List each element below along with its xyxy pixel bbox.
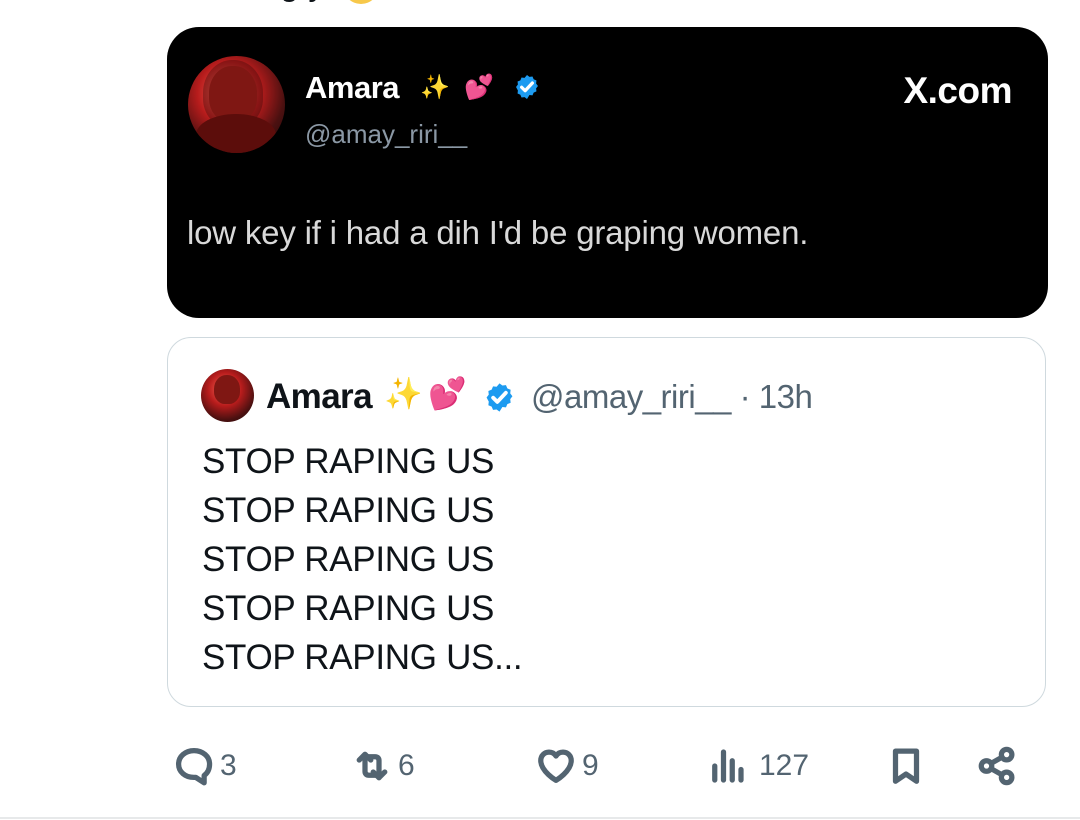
verified-badge-icon bbox=[486, 383, 513, 412]
quoted-tweet-line: STOP RAPING US bbox=[202, 589, 495, 628]
reply-button[interactable]: 3 bbox=[173, 733, 237, 799]
quoted-tweet-meta: @amay_riri__ · 13h bbox=[531, 378, 813, 416]
quoted-author-avatar[interactable] bbox=[201, 369, 254, 422]
quoted-author-name[interactable]: Amara bbox=[266, 377, 373, 417]
embedded-author-name: Amara bbox=[305, 70, 400, 105]
embedded-tweet-image[interactable]: Amara ✨ 💕 @amay_riri__ X.com low key if … bbox=[167, 27, 1048, 318]
quoted-tweet-time[interactable]: 13h bbox=[759, 378, 813, 416]
quoted-tweet-line: STOP RAPING US... bbox=[202, 638, 523, 677]
clipped-previous-text: g y bbox=[280, 0, 580, 4]
bottom-divider bbox=[0, 817, 1080, 819]
view-count: 127 bbox=[759, 749, 810, 782]
quoted-tweet-text: STOP RAPING US STOP RAPING US STOP RAPIN… bbox=[202, 437, 962, 682]
repost-button[interactable]: 6 bbox=[351, 733, 415, 799]
like-count: 9 bbox=[582, 749, 599, 782]
reply-count: 3 bbox=[220, 749, 237, 782]
tweet-actions-bar: 3 6 9 127 bbox=[0, 733, 1080, 803]
meta-separator: · bbox=[739, 378, 751, 415]
embedded-author-handle: @amay_riri__ bbox=[305, 119, 468, 149]
repost-count: 6 bbox=[398, 749, 415, 782]
views-icon bbox=[712, 749, 744, 783]
clipped-emoji bbox=[342, 0, 379, 4]
sparkles-emoji: ✨ bbox=[384, 376, 423, 411]
share-icon bbox=[978, 746, 1015, 786]
two-hearts-emoji: 💕 bbox=[464, 74, 494, 101]
tweet-screenshot-page: g y Amara ✨ 💕 @amay_riri__ X.com low key… bbox=[0, 0, 1080, 820]
quoted-tweet-line: STOP RAPING US bbox=[202, 442, 495, 481]
x-com-watermark: X.com bbox=[903, 70, 1012, 111]
repost-icon bbox=[356, 751, 388, 781]
verified-badge-icon bbox=[516, 74, 538, 100]
embedded-tweet-text: low key if i had a dih I'd be graping wo… bbox=[187, 214, 809, 251]
heart-icon bbox=[538, 749, 574, 783]
clipped-text: g y bbox=[280, 0, 325, 3]
views-button[interactable]: 127 bbox=[706, 733, 809, 799]
bookmark-button[interactable] bbox=[885, 733, 927, 799]
sparkles-emoji: ✨ bbox=[420, 74, 450, 101]
two-hearts-emoji: 💕 bbox=[428, 376, 467, 411]
like-button[interactable]: 9 bbox=[535, 733, 599, 799]
quoted-tweet-line: STOP RAPING US bbox=[202, 540, 495, 579]
share-button[interactable] bbox=[976, 733, 1018, 799]
quoted-author-handle[interactable]: @amay_riri__ bbox=[531, 378, 731, 416]
reply-icon bbox=[175, 747, 213, 786]
bookmark-icon bbox=[892, 748, 920, 784]
quoted-tweet-card[interactable]: Amara ✨ 💕 @amay_riri__ · 13h STOP RAPING… bbox=[167, 337, 1046, 707]
quoted-tweet-line: STOP RAPING US bbox=[202, 491, 495, 530]
embedded-author-avatar bbox=[188, 56, 285, 153]
